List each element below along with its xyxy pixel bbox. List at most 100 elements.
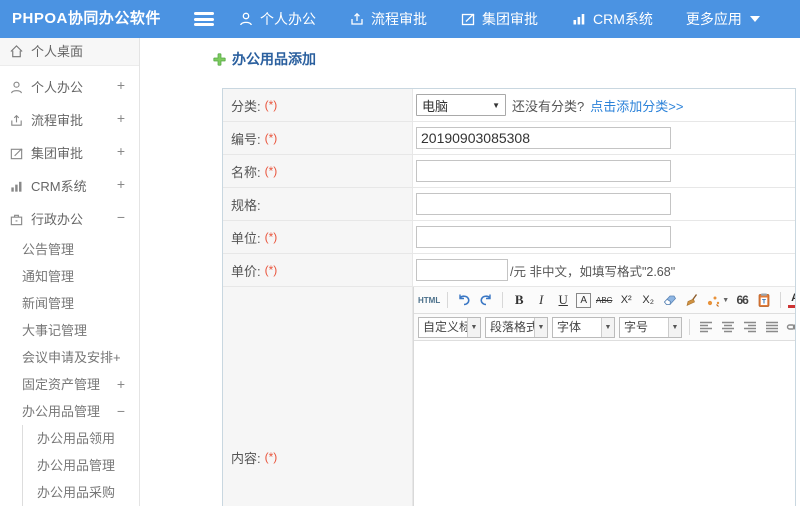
top-navigation: 个人办公 流程审批 集团审批 CRM系统 更多应用 — [238, 0, 760, 38]
nav-more-apps[interactable]: 更多应用 — [686, 9, 760, 29]
expand-toggle[interactable]: + — [117, 371, 125, 398]
bold-button[interactable]: B — [510, 290, 528, 310]
supply-add-form: 分类: (*) 电脑 ▼ 还没有分类? 点击添加分类>> 编号: (*) 201… — [222, 88, 796, 506]
dropdown-arrow-icon: ▼ — [722, 296, 730, 304]
clipboard-icon: T — [758, 293, 770, 307]
topbar: PHPOA协同办公软件 个人办公 流程审批 集团审批 CRM系统 更多应用 — [0, 0, 800, 38]
align-right-button[interactable] — [741, 317, 759, 337]
required-mark: (*) — [264, 450, 278, 464]
eraser-button[interactable] — [661, 290, 679, 310]
font-color-glyph: A — [791, 292, 795, 304]
sidebar-subitem-label: 新闻管理 — [22, 296, 75, 311]
sidebar-item-group-approval[interactable]: 集团审批 + — [0, 137, 139, 170]
nav-workflow-approval[interactable]: 流程审批 — [349, 9, 427, 29]
redo-button[interactable] — [477, 290, 495, 310]
sidebar-item-label: 个人桌面 — [31, 43, 84, 59]
sidebar-item-admin-office[interactable]: 行政办公 − — [0, 203, 139, 236]
sidebar-item-supplies-manage[interactable]: 办公用品管理 — [23, 452, 139, 479]
sidebar-item-workflow-approval[interactable]: 流程审批 + — [0, 104, 139, 137]
sidebar-item-news-mgmt[interactable]: 新闻管理 — [0, 290, 139, 317]
format-clean-button[interactable] — [683, 290, 701, 310]
auto-typeset-button[interactable]: ▼ — [705, 290, 729, 310]
sidebar-item-fixed-assets-mgmt[interactable]: 固定资产管理 + — [0, 371, 139, 398]
sidebar-item-notice-mgmt[interactable]: 通知管理 — [0, 263, 139, 290]
undo-icon — [459, 294, 470, 306]
name-input[interactable] — [416, 160, 671, 182]
font-size-select[interactable]: 字号 ▼ — [619, 316, 682, 338]
edit-icon — [461, 13, 475, 26]
add-category-link[interactable]: 点击添加分类>> — [590, 96, 683, 115]
superscript-button[interactable]: X² — [617, 290, 635, 310]
hamburger-menu-icon[interactable] — [194, 12, 214, 26]
font-color-button[interactable]: A — [788, 290, 795, 310]
subscript-button[interactable]: X₂ — [639, 290, 657, 310]
expand-toggle[interactable]: + — [113, 350, 121, 365]
category-select[interactable]: 电脑 ▼ — [416, 94, 506, 116]
select-value: 自定义标题 — [423, 319, 467, 334]
editor-toolbar-row2: 自定义标题 ▼ 段落格式 ▼ 字体 ▼ 字号 ▼ — [414, 314, 795, 341]
sidebar-supplies-group: 办公用品领用 办公用品管理 办公用品采购 — [22, 425, 139, 506]
sidebar-item-announcement-mgmt[interactable]: 公告管理 — [0, 236, 139, 263]
sidebar: 个人桌面 个人办公 + 流程审批 + 集团审批 + CRM系统 + 行政办公 −… — [0, 38, 140, 506]
required-mark: (*) — [264, 230, 278, 244]
spec-input[interactable] — [416, 193, 671, 215]
html-source-button[interactable]: HTML — [418, 290, 440, 310]
paragraph-format-select[interactable]: 段落格式 ▼ — [485, 316, 548, 338]
custom-title-select[interactable]: 自定义标题 ▼ — [418, 316, 481, 338]
sidebar-item-personal-office[interactable]: 个人办公 + — [0, 71, 139, 104]
sidebar-item-meeting-mgmt[interactable]: 会议申请及安排+ — [0, 344, 139, 371]
category-select-value: 电脑 — [422, 98, 449, 114]
price-input[interactable] — [416, 259, 508, 281]
paste-button[interactable]: T — [755, 290, 773, 310]
insert-link-button[interactable] — [785, 317, 795, 337]
underline-button[interactable]: U — [554, 290, 572, 310]
font-border-button[interactable]: A — [576, 292, 592, 308]
category-hint: 还没有分类? — [512, 98, 585, 114]
bar-chart-icon — [573, 14, 585, 25]
font-color-swatch — [788, 304, 795, 308]
collapse-toggle[interactable]: − — [117, 203, 125, 231]
expand-toggle[interactable]: + — [117, 170, 125, 198]
sidebar-subitem-label: 办公用品采购 — [37, 485, 116, 500]
select-arrow-icon: ▼ — [467, 317, 480, 337]
nav-group-approval[interactable]: 集团审批 — [460, 9, 538, 29]
code-input[interactable] — [416, 127, 671, 149]
sidebar-item-office-supplies-mgmt[interactable]: 办公用品管理 − — [0, 398, 139, 425]
undo-button[interactable] — [455, 290, 473, 310]
sidebar-item-crm[interactable]: CRM系统 + — [0, 170, 139, 203]
nav-personal-office[interactable]: 个人办公 — [238, 9, 316, 29]
expand-toggle[interactable]: + — [117, 71, 125, 99]
italic-button[interactable]: I — [532, 290, 550, 310]
unit-input[interactable] — [416, 226, 671, 248]
strikethrough-button[interactable]: ABC — [595, 290, 613, 310]
editor-content-area[interactable] — [414, 341, 795, 506]
sidebar-item-label: 个人办公 — [31, 79, 84, 95]
sidebar-item-desktop[interactable]: 个人桌面 — [0, 38, 139, 66]
nav-crm-system[interactable]: CRM系统 — [571, 9, 653, 29]
link-icon — [786, 324, 795, 330]
select-arrow-icon: ▼ — [534, 317, 547, 337]
select-arrow-icon: ▼ — [668, 317, 681, 337]
code-label: 编号: — [231, 131, 261, 147]
align-justify-button[interactable] — [763, 317, 781, 337]
align-right-icon — [744, 321, 756, 333]
sidebar-subitem-label: 会议申请及安排 — [22, 350, 114, 365]
align-center-button[interactable] — [719, 317, 737, 337]
page-title: 办公用品添加 — [212, 49, 316, 69]
nav-label: 更多应用 — [685, 11, 742, 27]
font-family-select[interactable]: 字体 ▼ — [552, 316, 615, 338]
form-row-spec: 规格: — [223, 188, 795, 221]
sidebar-subitem-label: 固定资产管理 — [22, 377, 101, 392]
blockquote-button[interactable]: 66 — [733, 290, 751, 310]
sidebar-item-supplies-claim[interactable]: 办公用品领用 — [23, 425, 139, 452]
expand-toggle[interactable]: + — [117, 137, 125, 165]
edit-icon — [10, 148, 23, 160]
sidebar-item-events-mgmt[interactable]: 大事记管理 — [0, 317, 139, 344]
sidebar-item-label: CRM系统 — [31, 178, 87, 194]
expand-toggle[interactable]: + — [117, 104, 125, 132]
collapse-toggle[interactable]: − — [117, 398, 125, 425]
align-left-button[interactable] — [697, 317, 715, 337]
sidebar-item-supplies-purchase[interactable]: 办公用品采购 — [23, 479, 139, 506]
sidebar-item-label: 行政办公 — [31, 211, 84, 227]
page-title-text: 办公用品添加 — [232, 51, 316, 67]
